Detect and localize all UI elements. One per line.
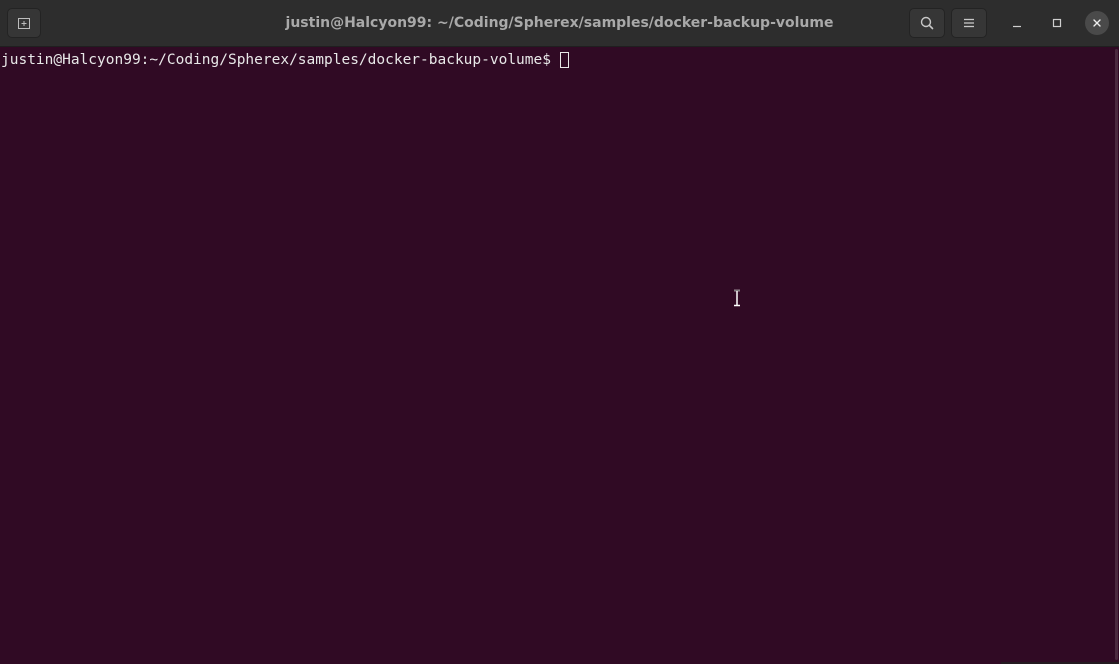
scrollbar-thumb[interactable] bbox=[1115, 49, 1118, 660]
terminal-area[interactable]: justin@Halcyon99:~/Coding/Spherex/sample… bbox=[0, 47, 1119, 664]
hamburger-menu-icon bbox=[962, 16, 976, 30]
ibeam-cursor-icon bbox=[731, 289, 743, 307]
search-button[interactable] bbox=[909, 8, 945, 38]
close-icon bbox=[1091, 17, 1103, 29]
minimize-button[interactable] bbox=[1005, 11, 1029, 35]
title-bar[interactable]: justin@Halcyon99: ~/Coding/Spherex/sampl… bbox=[0, 0, 1119, 47]
new-tab-icon bbox=[16, 15, 32, 31]
text-cursor bbox=[559, 52, 569, 68]
new-tab-button[interactable] bbox=[7, 8, 41, 38]
prompt-line: justin@Halcyon99:~/Coding/Spherex/sample… bbox=[1, 51, 569, 69]
maximize-button[interactable] bbox=[1045, 11, 1069, 35]
search-icon bbox=[919, 15, 935, 31]
menu-button[interactable] bbox=[951, 8, 987, 38]
close-button[interactable] bbox=[1085, 11, 1109, 35]
scrollbar[interactable] bbox=[1105, 47, 1119, 664]
minimize-icon bbox=[1011, 17, 1023, 29]
terminal-window: justin@Halcyon99: ~/Coding/Spherex/sampl… bbox=[0, 0, 1119, 664]
maximize-icon bbox=[1051, 17, 1063, 29]
shell-prompt: justin@Halcyon99:~/Coding/Spherex/sample… bbox=[1, 52, 551, 68]
